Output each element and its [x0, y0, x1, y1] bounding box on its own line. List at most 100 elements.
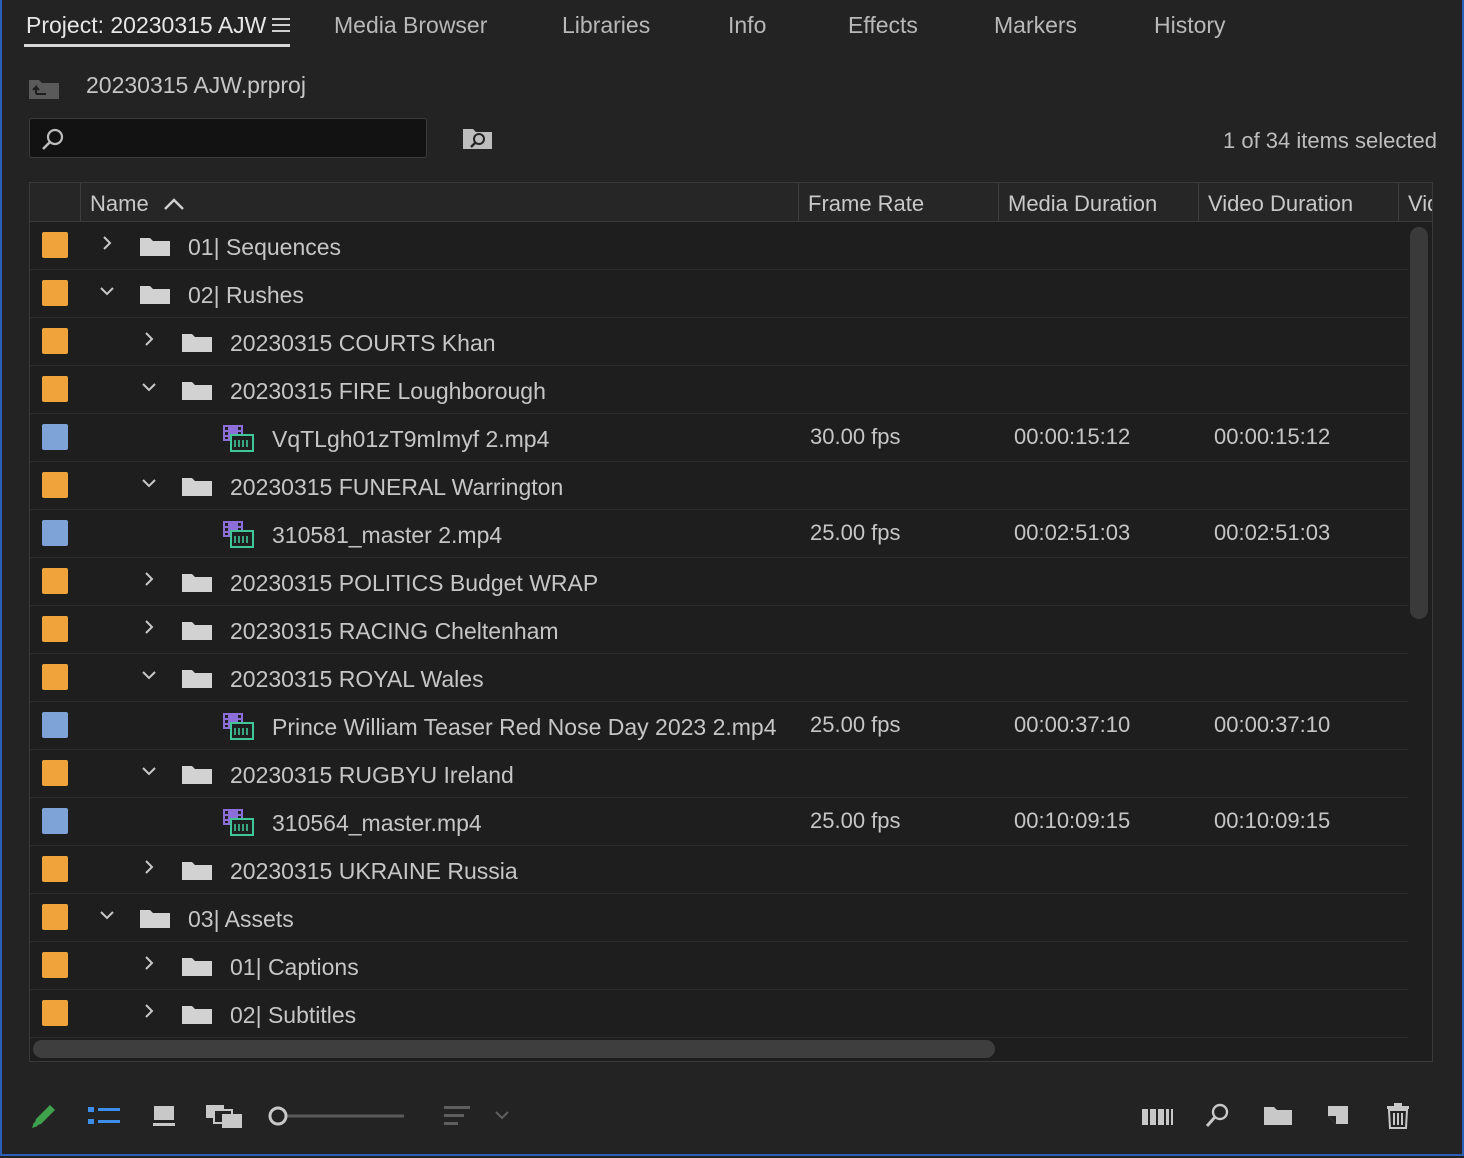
table-row[interactable]: 01| Sequences — [30, 222, 1408, 270]
chevron-down-icon[interactable] — [140, 666, 158, 684]
table-row[interactable]: 20230315 RUGBYU Ireland — [30, 750, 1408, 798]
label-color-swatch[interactable] — [42, 712, 68, 738]
label-color-swatch[interactable] — [42, 856, 68, 882]
column-header-name[interactable]: Name — [90, 183, 185, 221]
item-name[interactable]: 20230315 COURTS Khan — [230, 330, 496, 357]
table-row[interactable]: 02| Subtitles — [30, 990, 1408, 1038]
video-duration-cell: 00:02:51:03 — [1214, 520, 1331, 545]
column-header-video-duration[interactable]: Video Duration — [1208, 183, 1353, 221]
chevron-down-icon[interactable] — [140, 474, 158, 492]
horizontal-scrollbar[interactable] — [33, 1040, 995, 1058]
label-color-swatch[interactable] — [42, 280, 68, 306]
tab-libraries[interactable]: Libraries — [562, 12, 650, 39]
column-header-media-duration[interactable]: Media Duration — [1008, 183, 1157, 221]
frame-rate-cell: 25.00 fps — [810, 520, 901, 545]
label-color-swatch[interactable] — [42, 1000, 68, 1026]
item-name[interactable]: 20230315 FIRE Loughborough — [230, 378, 546, 405]
chevron-right-icon[interactable] — [140, 954, 158, 972]
column-header-video-partial[interactable]: Vid — [1408, 183, 1432, 221]
label-color-swatch[interactable] — [42, 232, 68, 258]
tab-media-browser[interactable]: Media Browser — [334, 12, 487, 39]
new-bin-icon[interactable] — [1262, 1100, 1294, 1132]
item-name[interactable]: 20230315 POLITICS Budget WRAP — [230, 570, 598, 597]
table-row[interactable]: 20230315 POLITICS Budget WRAP — [30, 558, 1408, 606]
media-duration-cell: 00:00:37:10 — [1014, 712, 1131, 737]
label-color-swatch[interactable] — [42, 520, 68, 546]
label-color-swatch[interactable] — [42, 904, 68, 930]
sort-icon[interactable] — [442, 1100, 472, 1132]
item-name[interactable]: 20230315 FUNERAL Warrington — [230, 474, 563, 501]
label-color-swatch[interactable] — [42, 328, 68, 354]
item-name[interactable]: 20230315 ROYAL Wales — [230, 666, 484, 693]
table-row[interactable]: 310581_master 2.mp4 25.00 fps 00:02:51:03 0… — [30, 510, 1408, 558]
chevron-right-icon[interactable] — [140, 858, 158, 876]
chevron-down-icon[interactable] — [140, 378, 158, 396]
table-row[interactable]: 20230315 FUNERAL Warrington — [30, 462, 1408, 510]
item-name[interactable]: 01| Captions — [230, 954, 359, 981]
table-row[interactable]: 20230315 COURTS Khan — [30, 318, 1408, 366]
table-row[interactable]: 20230315 RACING Cheltenham — [30, 606, 1408, 654]
item-name[interactable]: 01| Sequences — [188, 234, 341, 261]
table-row[interactable]: 01| Captions — [30, 942, 1408, 990]
chevron-right-icon[interactable] — [140, 570, 158, 588]
item-name[interactable]: 20230315 RACING Cheltenham — [230, 618, 559, 645]
sort-ascending-icon[interactable] — [163, 197, 185, 211]
table-row[interactable]: 310564_master.mp4 25.00 fps 00:10:09:15 00:… — [30, 798, 1408, 846]
automate-to-sequence-icon[interactable] — [1140, 1100, 1174, 1132]
label-color-swatch[interactable] — [42, 472, 68, 498]
item-name[interactable]: 20230315 RUGBYU Ireland — [230, 762, 514, 789]
label-color-swatch[interactable] — [42, 568, 68, 594]
new-search-bin-icon[interactable] — [462, 126, 494, 150]
label-color-swatch[interactable] — [42, 760, 68, 786]
new-item-icon[interactable] — [1324, 1100, 1352, 1132]
tab-markers[interactable]: Markers — [994, 12, 1077, 39]
item-name[interactable]: 02| Rushes — [188, 282, 304, 309]
item-name[interactable]: 310581_master 2.mp4 — [272, 522, 502, 549]
tab-info[interactable]: Info — [728, 12, 766, 39]
item-name[interactable]: Prince William Teaser Red Nose Day 2023 … — [272, 714, 777, 741]
table-row[interactable]: VqTLgh01zT9mImyf 2.mp4 30.00 fps 00:00:15:… — [30, 414, 1408, 462]
table-row[interactable]: 02| Rushes — [30, 270, 1408, 318]
chevron-right-icon[interactable] — [140, 618, 158, 636]
chevron-down-icon[interactable] — [140, 762, 158, 780]
video-clip-icon — [223, 809, 254, 836]
tab-effects[interactable]: Effects — [848, 12, 918, 39]
trash-icon[interactable] — [1384, 1100, 1412, 1132]
label-color-swatch[interactable] — [42, 376, 68, 402]
label-color-swatch[interactable] — [42, 424, 68, 450]
chevron-right-icon[interactable] — [98, 234, 116, 252]
column-header-frame-rate[interactable]: Frame Rate — [808, 183, 924, 221]
chevron-down-icon[interactable] — [98, 282, 116, 300]
sort-dropdown-icon[interactable] — [492, 1100, 512, 1132]
pencil-icon[interactable] — [28, 1100, 60, 1132]
chevron-right-icon[interactable] — [140, 1002, 158, 1020]
icon-view-icon[interactable] — [150, 1100, 178, 1132]
panel-menu-icon[interactable] — [272, 18, 290, 36]
tab-project[interactable]: Project: 20230315 AJW — [26, 12, 266, 39]
folder-icon — [140, 286, 170, 304]
table-row[interactable]: Prince William Teaser Red Nose Day 2023 … — [30, 702, 1408, 750]
vertical-scrollbar[interactable] — [1410, 227, 1428, 619]
label-color-swatch[interactable] — [42, 616, 68, 642]
item-name[interactable]: 03| Assets — [188, 906, 294, 933]
table-row[interactable]: 20230315 FIRE Loughborough — [30, 366, 1408, 414]
label-color-swatch[interactable] — [42, 664, 68, 690]
table-row[interactable]: 20230315 ROYAL Wales — [30, 654, 1408, 702]
find-icon[interactable] — [1202, 1100, 1232, 1132]
chevron-down-icon[interactable] — [98, 906, 116, 924]
chevron-right-icon[interactable] — [140, 330, 158, 348]
label-color-swatch[interactable] — [42, 808, 68, 834]
table-row[interactable]: 03| Assets — [30, 894, 1408, 942]
freeform-view-icon[interactable] — [204, 1100, 244, 1132]
item-name[interactable]: 02| Subtitles — [230, 1002, 356, 1029]
label-color-swatch[interactable] — [42, 952, 68, 978]
tab-history[interactable]: History — [1154, 12, 1226, 39]
item-name[interactable]: 20230315 UKRAINE Russia — [230, 858, 518, 885]
zoom-slider[interactable] — [266, 1100, 406, 1132]
item-name[interactable]: 310564_master.mp4 — [272, 810, 482, 837]
parent-bin-icon[interactable] — [28, 76, 60, 100]
search-input[interactable] — [29, 118, 427, 158]
table-row[interactable]: 20230315 UKRAINE Russia — [30, 846, 1408, 894]
list-view-icon[interactable] — [86, 1100, 122, 1132]
item-name[interactable]: VqTLgh01zT9mImyf 2.mp4 — [272, 426, 549, 453]
